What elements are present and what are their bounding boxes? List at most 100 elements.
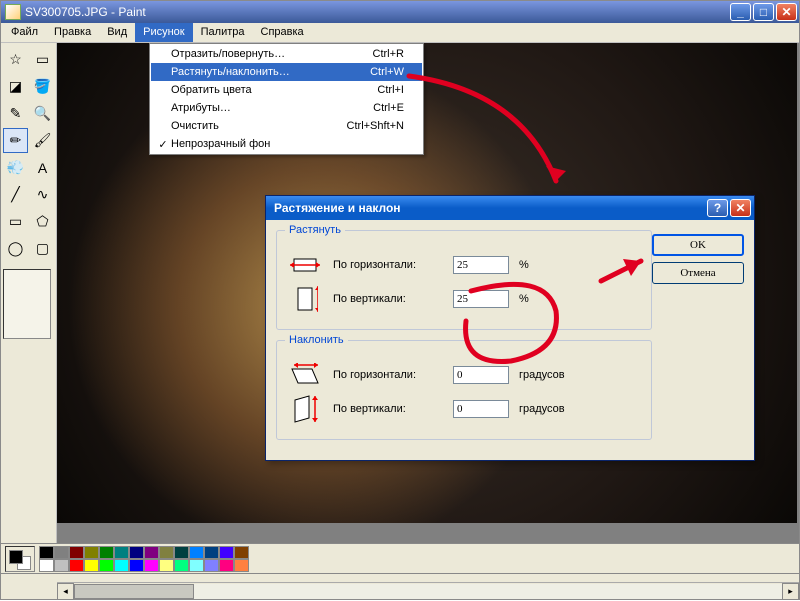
current-colors[interactable] bbox=[5, 546, 35, 572]
tool-picker[interactable]: ✎ bbox=[3, 101, 28, 126]
color-swatch[interactable] bbox=[84, 559, 99, 572]
dialog-help-button[interactable]: ? bbox=[707, 199, 728, 217]
scroll-thumb[interactable] bbox=[74, 584, 194, 599]
menu-item-stretch-skew[interactable]: Растянуть/наклонить… Ctrl+W bbox=[151, 63, 422, 81]
skew-horiz-input[interactable] bbox=[453, 366, 509, 384]
tool-curve[interactable]: ∿ bbox=[30, 182, 55, 207]
tool-fill[interactable]: 🪣 bbox=[30, 74, 55, 99]
skew-horizontal-icon bbox=[287, 361, 323, 389]
stretch-horiz-unit: % bbox=[519, 259, 529, 271]
color-swatch[interactable] bbox=[84, 546, 99, 559]
tool-options bbox=[3, 269, 51, 339]
tool-eraser[interactable]: ◪ bbox=[3, 74, 28, 99]
color-swatch[interactable] bbox=[114, 546, 129, 559]
stretch-horiz-label: По горизонтали: bbox=[333, 259, 443, 271]
tool-free-select[interactable]: ☆ bbox=[3, 47, 28, 72]
menu-item-attributes[interactable]: Атрибуты… Ctrl+E bbox=[151, 99, 422, 117]
color-swatch[interactable] bbox=[234, 559, 249, 572]
ok-button[interactable]: OK bbox=[652, 234, 744, 256]
tool-pencil[interactable]: ✏ bbox=[3, 128, 28, 153]
tool-rect-select[interactable]: ▭ bbox=[30, 47, 55, 72]
skew-vert-label: По вертикали: bbox=[333, 403, 443, 415]
image-menu-dropdown: Отразить/повернуть… Ctrl+R Растянуть/нак… bbox=[149, 43, 424, 155]
color-swatch[interactable] bbox=[159, 559, 174, 572]
skew-horiz-unit: градусов bbox=[519, 369, 565, 381]
color-swatch[interactable] bbox=[219, 546, 234, 559]
color-swatch[interactable] bbox=[54, 546, 69, 559]
menu-item-opaque-bg[interactable]: ✓ Непрозрачный фон bbox=[151, 135, 422, 153]
color-swatch[interactable] bbox=[99, 546, 114, 559]
skew-group-title: Наклонить bbox=[285, 334, 348, 346]
skew-vert-input[interactable] bbox=[453, 400, 509, 418]
color-swatch[interactable] bbox=[219, 559, 234, 572]
menu-help[interactable]: Справка bbox=[253, 23, 312, 42]
skew-vertical-icon bbox=[287, 395, 323, 423]
tool-rounded-rect[interactable]: ▢ bbox=[30, 236, 55, 261]
menu-palette[interactable]: Палитра bbox=[193, 23, 253, 42]
tool-polygon[interactable]: ⬠ bbox=[30, 209, 55, 234]
menubar: Файл Правка Вид Рисунок Палитра Справка bbox=[1, 23, 799, 43]
tool-magnifier[interactable]: 🔍 bbox=[30, 101, 55, 126]
color-swatch[interactable] bbox=[144, 546, 159, 559]
skew-horiz-label: По горизонтали: bbox=[333, 369, 443, 381]
color-swatch[interactable] bbox=[114, 559, 129, 572]
foreground-color bbox=[9, 550, 23, 564]
color-swatch[interactable] bbox=[129, 559, 144, 572]
color-swatch[interactable] bbox=[39, 546, 54, 559]
window-title: SV300705.JPG - Paint bbox=[25, 5, 730, 19]
color-swatch[interactable] bbox=[204, 559, 219, 572]
menu-view[interactable]: Вид bbox=[99, 23, 135, 42]
skew-vert-unit: градусов bbox=[519, 403, 565, 415]
color-swatch[interactable] bbox=[39, 559, 54, 572]
stretch-vertical-icon bbox=[287, 285, 323, 313]
color-palette bbox=[1, 543, 799, 573]
tool-rectangle[interactable]: ▭ bbox=[3, 209, 28, 234]
tool-line[interactable]: ╱ bbox=[3, 182, 28, 207]
app-icon bbox=[5, 4, 21, 20]
color-swatch[interactable] bbox=[174, 546, 189, 559]
stretch-group-title: Растянуть bbox=[285, 224, 345, 236]
color-swatch[interactable] bbox=[129, 546, 144, 559]
minimize-button[interactable]: _ bbox=[730, 3, 751, 21]
color-swatch[interactable] bbox=[189, 559, 204, 572]
color-swatch[interactable] bbox=[234, 546, 249, 559]
tool-text[interactable]: A bbox=[30, 155, 55, 180]
color-swatch[interactable] bbox=[54, 559, 69, 572]
tool-ellipse[interactable]: ◯ bbox=[3, 236, 28, 261]
scroll-right-button[interactable]: ▸ bbox=[782, 583, 799, 600]
dialog-close-button[interactable]: ✕ bbox=[730, 199, 751, 217]
tool-brush[interactable]: 🖌 bbox=[30, 128, 55, 153]
color-swatch[interactable] bbox=[189, 546, 204, 559]
skew-group: Наклонить По горизонтали: градусов П bbox=[276, 340, 652, 440]
stretch-horizontal-icon bbox=[287, 251, 323, 279]
stretch-horiz-input[interactable] bbox=[453, 256, 509, 274]
menu-item-invert-colors[interactable]: Обратить цвета Ctrl+I bbox=[151, 81, 422, 99]
stretch-vert-label: По вертикали: bbox=[333, 293, 443, 305]
color-swatch[interactable] bbox=[69, 546, 84, 559]
menu-edit[interactable]: Правка bbox=[46, 23, 99, 42]
maximize-button[interactable]: □ bbox=[753, 3, 774, 21]
color-swatch[interactable] bbox=[174, 559, 189, 572]
stretch-vert-input[interactable] bbox=[453, 290, 509, 308]
color-swatch[interactable] bbox=[69, 559, 84, 572]
menu-image[interactable]: Рисунок bbox=[135, 23, 193, 42]
color-swatch[interactable] bbox=[159, 546, 174, 559]
scroll-left-button[interactable]: ◂ bbox=[57, 583, 74, 600]
cancel-button[interactable]: Отмена bbox=[652, 262, 744, 284]
close-button[interactable]: ✕ bbox=[776, 3, 797, 21]
titlebar: SV300705.JPG - Paint _ □ ✕ bbox=[1, 1, 799, 23]
horizontal-scrollbar[interactable]: ◂ ▸ bbox=[57, 582, 799, 599]
color-swatch[interactable] bbox=[204, 546, 219, 559]
color-swatch[interactable] bbox=[144, 559, 159, 572]
menu-item-flip-rotate[interactable]: Отразить/повернуть… Ctrl+R bbox=[151, 45, 422, 63]
scroll-track[interactable] bbox=[74, 584, 782, 599]
stretch-group: Растянуть По горизонтали: % По верти bbox=[276, 230, 652, 330]
toolbox: ☆▭◪🪣✎🔍✏🖌💨A╱∿▭⬠◯▢ bbox=[1, 43, 57, 543]
dialog-title: Растяжение и наклон bbox=[274, 201, 705, 215]
menu-item-clear[interactable]: Очистить Ctrl+Shft+N bbox=[151, 117, 422, 135]
stretch-vert-unit: % bbox=[519, 293, 529, 305]
dialog-titlebar[interactable]: Растяжение и наклон ? ✕ bbox=[266, 196, 754, 220]
tool-airbrush[interactable]: 💨 bbox=[3, 155, 28, 180]
menu-file[interactable]: Файл bbox=[3, 23, 46, 42]
color-swatch[interactable] bbox=[99, 559, 114, 572]
